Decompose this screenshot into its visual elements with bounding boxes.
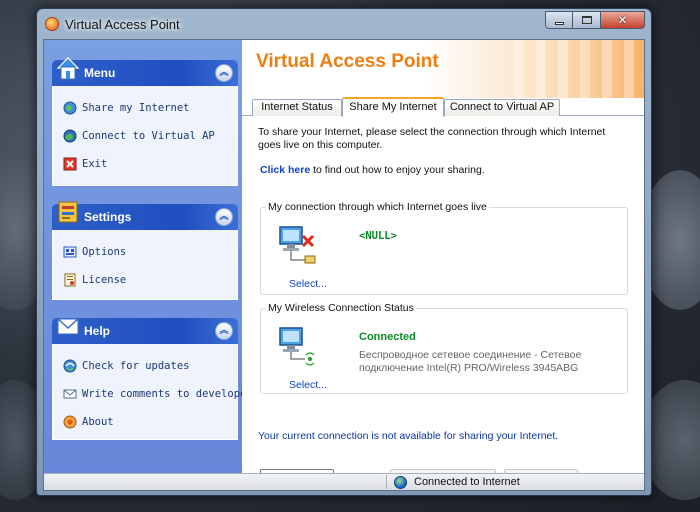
group-header-settings[interactable]: Settings ︽ <box>52 201 238 230</box>
banner: Virtual Access Point <box>242 40 644 98</box>
wireless-adapter-name: Беспроводное сетевое соединение - Сетево… <box>359 349 582 374</box>
click-here-link[interactable]: Click here <box>260 164 310 176</box>
intro-text: To share your Internet, please select th… <box>258 126 606 151</box>
window-controls: ✕ <box>545 11 645 29</box>
group-settings: Settings ︽ Options License <box>52 201 238 300</box>
connection-groupbox-label: My connection through which Internet goe… <box>266 201 489 213</box>
help-line: Click here to find out how to enjoy your… <box>260 164 485 176</box>
connection-status: <NULL> <box>359 230 397 242</box>
minimize-icon <box>554 21 564 25</box>
options-icon <box>63 246 77 258</box>
task-label: Share my Internet <box>82 102 190 114</box>
task-label: License <box>82 274 127 286</box>
home-icon <box>56 57 80 80</box>
wireless-groupbox: My Wireless Connection Status Connected … <box>260 302 628 394</box>
license-icon <box>64 273 76 287</box>
main-panel: Virtual Access Point Internet Status Sha… <box>242 40 644 489</box>
close-button[interactable]: ✕ <box>601 11 645 29</box>
wireless-groupbox-label: My Wireless Connection Status <box>266 302 416 314</box>
minimize-button[interactable] <box>545 11 573 29</box>
task-exit[interactable]: Exit <box>53 150 237 178</box>
status-bar: Connected to Internet <box>44 473 644 490</box>
connection-groupbox: My connection through which Internet goe… <box>260 201 628 295</box>
banner-title: Virtual Access Point <box>256 51 439 72</box>
group-body-settings: Options License <box>52 230 238 300</box>
tab-connect-virtual-ap[interactable]: Connect to Virtual AP <box>444 99 560 116</box>
client-area: Menu ︽ Share my Internet Connect to Virt… <box>43 39 645 491</box>
task-pane: Menu ︽ Share my Internet Connect to Virt… <box>44 40 253 473</box>
collapse-up-icon[interactable]: ︽ <box>215 322 233 340</box>
close-icon: ✕ <box>617 13 628 27</box>
computer-disconnected-icon[interactable] <box>277 224 319 266</box>
maximize-icon <box>581 16 592 24</box>
group-title-settings: Settings <box>84 210 132 224</box>
task-check-updates[interactable]: Check for updates <box>53 352 237 380</box>
help-line-suffix: to find out how to enjoy your sharing. <box>310 164 485 176</box>
task-label: Exit <box>82 158 108 170</box>
tab-internet-status[interactable]: Internet Status <box>252 99 342 116</box>
wireless-status: Connected <box>359 331 416 343</box>
globe-share-icon <box>63 101 77 115</box>
status-divider <box>386 475 387 489</box>
select-connection-link[interactable]: Select... <box>289 278 327 290</box>
task-about[interactable]: About <box>53 408 237 436</box>
status-text: Connected to Internet <box>414 476 520 488</box>
task-license[interactable]: License <box>53 266 237 294</box>
task-label: Write comments to developer <box>82 388 253 400</box>
group-help: Help ︽ Check for updates Write comments … <box>52 318 253 440</box>
group-title-menu: Menu <box>84 66 116 80</box>
update-icon <box>63 359 77 373</box>
group-body-menu: Share my Internet Connect to Virtual AP <box>52 86 238 186</box>
envelope-icon <box>63 389 77 399</box>
app-icon <box>45 17 59 31</box>
task-connect-virtual-ap[interactable]: Connect to Virtual AP <box>53 122 237 150</box>
globe-connect-icon <box>63 129 77 143</box>
task-label: Check for updates <box>82 360 190 372</box>
task-label: Connect to Virtual AP <box>82 130 215 142</box>
app-window: Virtual Access Point ✕ Menu ︽ Share my I… <box>36 8 652 496</box>
select-wireless-link[interactable]: Select... <box>289 379 327 391</box>
mail-icon <box>57 318 79 335</box>
group-menu: Menu ︽ Share my Internet Connect to Virt… <box>52 57 238 186</box>
sharing-warning: Your current connection is not available… <box>258 430 559 442</box>
task-label: About <box>82 416 114 428</box>
about-icon <box>63 415 77 429</box>
window-title: Virtual Access Point <box>65 17 180 32</box>
settings-icon <box>58 201 78 223</box>
computer-wireless-icon[interactable] <box>277 325 319 367</box>
group-body-help: Check for updates Write comments to deve… <box>52 344 253 440</box>
task-write-comments[interactable]: Write comments to developer <box>53 380 253 408</box>
task-share-internet[interactable]: Share my Internet <box>53 94 237 122</box>
collapse-up-icon[interactable]: ︽ <box>215 64 233 82</box>
globe-icon <box>394 476 407 489</box>
share-tab-content: To share your Internet, please select th… <box>242 118 644 489</box>
collapse-up-icon[interactable]: ︽ <box>215 208 233 226</box>
task-label: Options <box>82 246 127 258</box>
group-header-help[interactable]: Help ︽ <box>52 318 238 344</box>
tab-share-my-internet[interactable]: Share My Internet <box>342 97 444 117</box>
tab-strip: Internet Status Share My Internet Connec… <box>242 97 644 117</box>
group-title-help: Help <box>84 324 111 338</box>
group-header-menu[interactable]: Menu ︽ <box>52 57 238 86</box>
exit-icon <box>63 157 77 171</box>
banner-decoration <box>514 40 644 98</box>
task-options[interactable]: Options <box>53 238 237 266</box>
maximize-button[interactable] <box>573 11 601 29</box>
title-bar[interactable]: Virtual Access Point ✕ <box>37 9 651 39</box>
